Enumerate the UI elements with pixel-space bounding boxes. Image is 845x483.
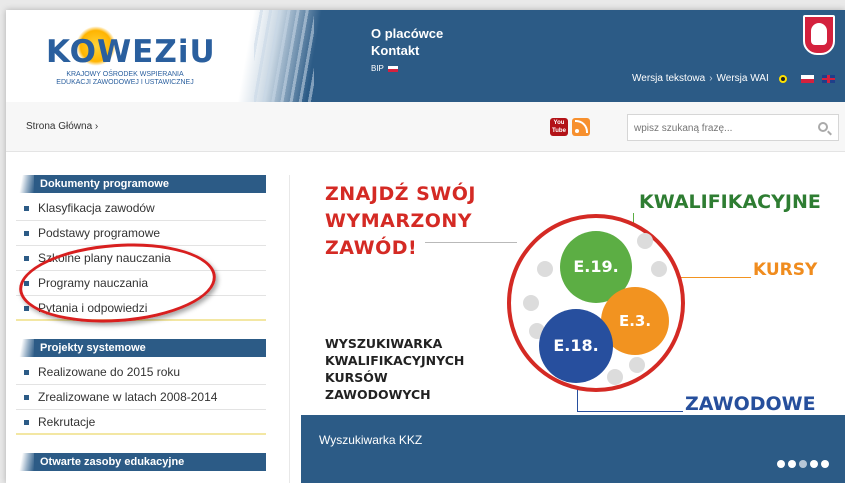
sidebar: Dokumenty programowe Klasyfikacja zawodó… — [16, 175, 266, 471]
breadcrumb-bar: Strona Główna › You Tube — [6, 102, 845, 152]
header-stripes — [254, 10, 314, 102]
bip-label: BIP — [371, 64, 384, 73]
connector-line-blue-h — [577, 411, 683, 412]
disc-e18: E.18. — [539, 309, 613, 383]
banner-subtitle: WYSZUKIWARKA KWALIFIKACYJNYCH KURSÓW ZAW… — [325, 335, 464, 403]
section-otwarte-zasoby[interactable]: Otwarte zasoby edukacyjne — [16, 453, 266, 471]
label-kursy: KURSY — [753, 260, 818, 280]
logo-subtitle: KRAJOWY OŚRODEK WSPIERANIA EDUKACJI ZAWO… — [56, 71, 194, 86]
banner-caption-bar: Wyszukiwarka KKZ — [301, 415, 845, 483]
polish-eagle-icon — [803, 15, 835, 55]
contrast-icon[interactable] — [778, 74, 787, 83]
language-bar: Wersja tekstowa › Wersja WAI — [632, 73, 835, 84]
nav-kontakt[interactable]: Kontakt — [371, 42, 443, 59]
section-projekty-systemowe[interactable]: Projekty systemowe — [16, 339, 266, 357]
grey-dot — [607, 369, 623, 385]
banner-caption[interactable]: Wyszukiwarka KKZ — [319, 433, 422, 447]
slider-dot-5[interactable] — [821, 460, 829, 468]
sidebar-item-realizowane[interactable]: Realizowane do 2015 roku — [16, 360, 266, 385]
bip-link[interactable]: BIP — [371, 64, 443, 73]
column-divider — [289, 175, 290, 483]
kkz-banner[interactable]: ZNAJDŹ SWÓJ WYMARZONY ZAWÓD! WYSZUKIWARK… — [301, 173, 845, 425]
label-kwalifikacyjne: KWALIFIKACYJNE — [639, 191, 821, 213]
eagle-shape — [811, 23, 827, 45]
slider-dots — [777, 460, 829, 468]
banner-subtitle-line: WYSZUKIWARKA — [325, 336, 443, 351]
koweziu-logo[interactable]: KOWEZiU KRAJOWY OŚRODEK WSPIERANIA EDUKA… — [42, 22, 215, 92]
grey-dot — [637, 233, 653, 249]
lang-separator: › — [709, 73, 713, 84]
search-input[interactable] — [634, 119, 804, 137]
sidebar-item-podstawy[interactable]: Podstawy programowe — [16, 221, 266, 246]
header-blue-band — [268, 10, 845, 102]
banner-title-line: WYMARZONY — [325, 210, 473, 232]
banner-subtitle-line: KWALIFIKACYJNYCH — [325, 353, 465, 368]
polish-flag-icon[interactable] — [800, 74, 814, 83]
top-nav: O placówce Kontakt BIP — [371, 25, 443, 73]
banner-subtitle-line: KURSÓW — [325, 370, 388, 385]
header: KOWEZiU KRAJOWY OŚRODEK WSPIERANIA EDUKA… — [6, 10, 845, 102]
logo-text: KOWEZiU — [46, 34, 216, 70]
slider-dot-1[interactable] — [777, 460, 785, 468]
slider-dot-3[interactable] — [799, 460, 807, 468]
youtube-icon[interactable]: You Tube — [550, 118, 568, 136]
grey-dot — [537, 261, 553, 277]
section-dokumenty-programowe[interactable]: Dokumenty programowe — [16, 175, 266, 193]
banner-title-line: ZAWÓD! — [325, 237, 418, 259]
text-version-link[interactable]: Wersja tekstowa — [632, 73, 705, 84]
connector-line — [425, 242, 517, 243]
sidebar-item-klasyfikacja[interactable]: Klasyfikacja zawodów — [16, 196, 266, 221]
grey-dot — [629, 357, 645, 373]
banner-title: ZNAJDŹ SWÓJ WYMARZONY ZAWÓD! — [325, 181, 476, 262]
rss-icon[interactable] — [572, 118, 590, 136]
banner-subtitle-line: ZAWODOWYCH — [325, 387, 431, 402]
slider-dot-2[interactable] — [788, 460, 796, 468]
bip-flag-icon — [387, 65, 398, 72]
sidebar-item-zrealizowane[interactable]: Zrealizowane w latach 2008-2014 — [16, 385, 266, 410]
breadcrumb[interactable]: Strona Główna › — [26, 121, 98, 132]
projekty-list: Realizowane do 2015 roku Zrealizowane w … — [16, 360, 266, 435]
search-box — [627, 114, 839, 141]
grey-dot — [651, 261, 667, 277]
nav-o-placowce[interactable]: O placówce — [371, 25, 443, 42]
page: KOWEZiU KRAJOWY OŚRODEK WSPIERANIA EDUKA… — [6, 10, 845, 483]
slider-dot-4[interactable] — [810, 460, 818, 468]
sidebar-item-rekrutacje[interactable]: Rekrutacje — [16, 410, 266, 435]
banner-title-line: ZNAJDŹ SWÓJ — [325, 183, 476, 205]
grey-dot — [523, 295, 539, 311]
label-zawodowe: ZAWODOWE — [685, 393, 816, 415]
wai-version-link[interactable]: Wersja WAI — [717, 73, 769, 84]
search-icon[interactable] — [818, 122, 828, 132]
english-flag-icon[interactable] — [821, 74, 835, 83]
